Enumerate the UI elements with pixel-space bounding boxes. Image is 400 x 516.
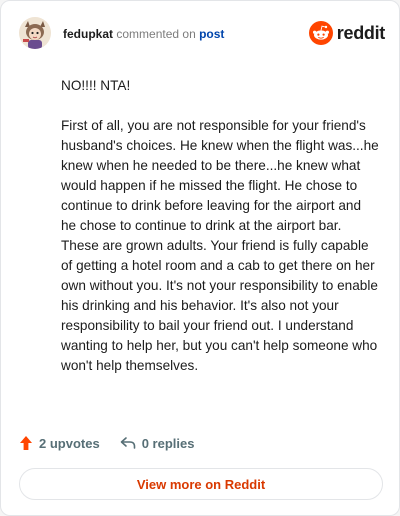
comment-body: NO!!!! NTA! First of all, you are not re… <box>61 76 379 376</box>
view-more-label: View more on Reddit <box>136 476 266 492</box>
byline-verb: commented on <box>116 27 196 41</box>
comment-paragraph: First of all, you are not responsible fo… <box>61 118 379 373</box>
comment-header: fedupkat commented on post reddit <box>19 15 385 53</box>
username-link[interactable]: fedupkat <box>63 27 113 41</box>
reddit-snoo-icon <box>308 21 333 45</box>
view-more-button[interactable]: View more on Reddit <box>19 468 383 500</box>
comment-embed-card: fedupkat commented on post reddit NO!!!!… <box>0 0 400 516</box>
reply-button[interactable]: 0 replies <box>120 435 195 451</box>
avatar[interactable] <box>19 17 51 49</box>
reddit-logo[interactable]: reddit <box>308 21 386 45</box>
reply-arrow-icon <box>120 437 135 449</box>
post-link[interactable]: post <box>199 27 224 41</box>
upvote-arrow-icon <box>20 436 32 450</box>
comment-actions: 2 upvotes 0 replies <box>19 433 214 453</box>
reddit-wordmark: reddit <box>336 22 386 43</box>
comment-headline: NO!!!! NTA! <box>61 78 131 93</box>
upvote-count: 2 upvotes <box>39 435 100 451</box>
reply-count: 0 replies <box>141 435 195 451</box>
upvote-button[interactable]: 2 upvotes <box>19 435 100 451</box>
avatar-illustration-icon <box>19 17 51 49</box>
comment-byline: fedupkat commented on post <box>63 27 224 41</box>
